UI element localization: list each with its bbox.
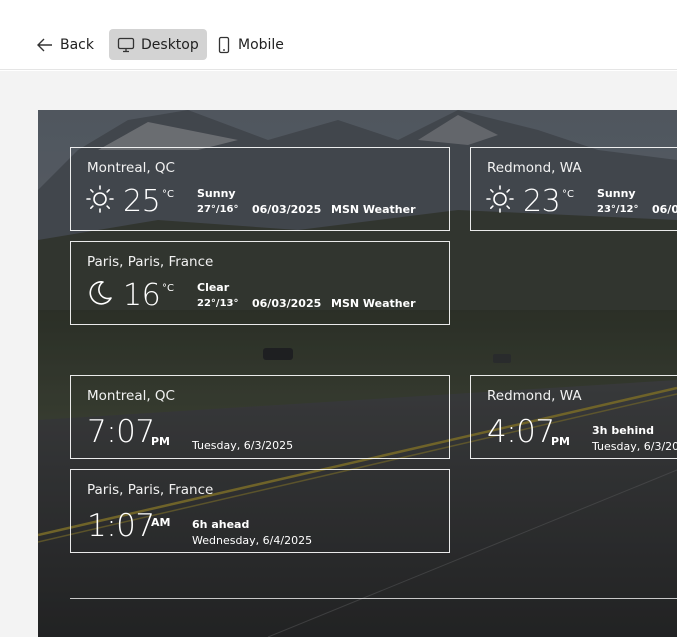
- sun-icon: [486, 185, 514, 213]
- clock-city: Paris, Paris, France: [87, 482, 214, 498]
- desktop-label: Desktop: [141, 36, 199, 53]
- weather-hi-lo: 22°/13°: [197, 298, 239, 309]
- clock-time: 4:07: [487, 414, 555, 450]
- clock-date: Tuesday, 6/3/202: [592, 440, 677, 453]
- moon-icon: [89, 281, 112, 305]
- clock-time: 7:07: [87, 414, 155, 450]
- weather-city: Paris, Paris, France: [87, 254, 214, 270]
- weather-date: 06/0: [652, 203, 677, 216]
- weather-temperature: 16: [123, 278, 161, 313]
- weather-card-redmond[interactable]: Redmond, WA 23 °C Sunny 23°/12° 06/0: [470, 147, 677, 231]
- section-divider: [70, 598, 677, 599]
- weather-temperature: 23: [523, 184, 561, 219]
- weather-temperature: 25: [123, 184, 161, 219]
- clock-date: Tuesday, 6/3/2025: [192, 439, 294, 452]
- weather-city: Redmond, WA: [487, 160, 582, 176]
- arrow-left-icon: [37, 38, 52, 51]
- weather-card-paris[interactable]: Paris, Paris, France 16 °C Clear 22°/13°…: [70, 241, 450, 325]
- clock-city: Redmond, WA: [487, 388, 582, 404]
- weather-source: MSN Weather: [331, 297, 416, 310]
- clock-offset: 3h behind: [592, 424, 654, 437]
- clock-card-redmond[interactable]: Redmond, WA 4:07 PM 3h behind Tuesday, 6…: [470, 375, 677, 459]
- preview-toolbar: Back Desktop Mobile: [0, 0, 677, 70]
- weather-unit: °C: [162, 283, 174, 294]
- weather-unit: °C: [162, 189, 174, 200]
- weather-card-montreal[interactable]: Montreal, QC 25 °C Sunny 27°/16° 06/03/2…: [70, 147, 450, 231]
- weather-condition: Clear: [197, 281, 230, 294]
- mobile-label: Mobile: [238, 36, 284, 53]
- sun-icon: [86, 185, 114, 213]
- clock-ampm: PM: [151, 435, 171, 448]
- weather-source: MSN Weather: [331, 203, 416, 216]
- dashboard-background: Montreal, QC 25 °C Sunny 27°/16° 06/03/2…: [38, 110, 677, 637]
- clock-time: 1:07: [87, 508, 155, 544]
- clock-city: Montreal, QC: [87, 388, 175, 404]
- clock-offset: 6h ahead: [192, 518, 250, 531]
- weather-date: 06/03/2025: [252, 203, 322, 216]
- clock-card-paris[interactable]: Paris, Paris, France 1:07 AM 6h ahead We…: [70, 469, 450, 553]
- mobile-view-button[interactable]: Mobile: [208, 29, 292, 60]
- mobile-icon: [218, 36, 230, 53]
- weather-city: Montreal, QC: [87, 160, 175, 176]
- desktop-icon: [117, 37, 135, 52]
- clock-ampm: AM: [151, 516, 171, 529]
- weather-date: 06/03/2025: [252, 297, 322, 310]
- clock-ampm: PM: [551, 435, 571, 448]
- weather-unit: °C: [562, 189, 574, 200]
- clock-date: Wednesday, 6/4/2025: [192, 534, 313, 547]
- clock-card-montreal[interactable]: Montreal, QC 7:07 PM Tuesday, 6/3/2025: [70, 375, 450, 459]
- weather-condition: Sunny: [597, 187, 636, 200]
- weather-condition: Sunny: [197, 187, 236, 200]
- back-label: Back: [60, 36, 94, 53]
- weather-hi-lo: 23°/12°: [597, 204, 639, 215]
- desktop-view-button[interactable]: Desktop: [109, 29, 207, 60]
- back-button[interactable]: Back: [28, 29, 102, 60]
- weather-hi-lo: 27°/16°: [197, 204, 239, 215]
